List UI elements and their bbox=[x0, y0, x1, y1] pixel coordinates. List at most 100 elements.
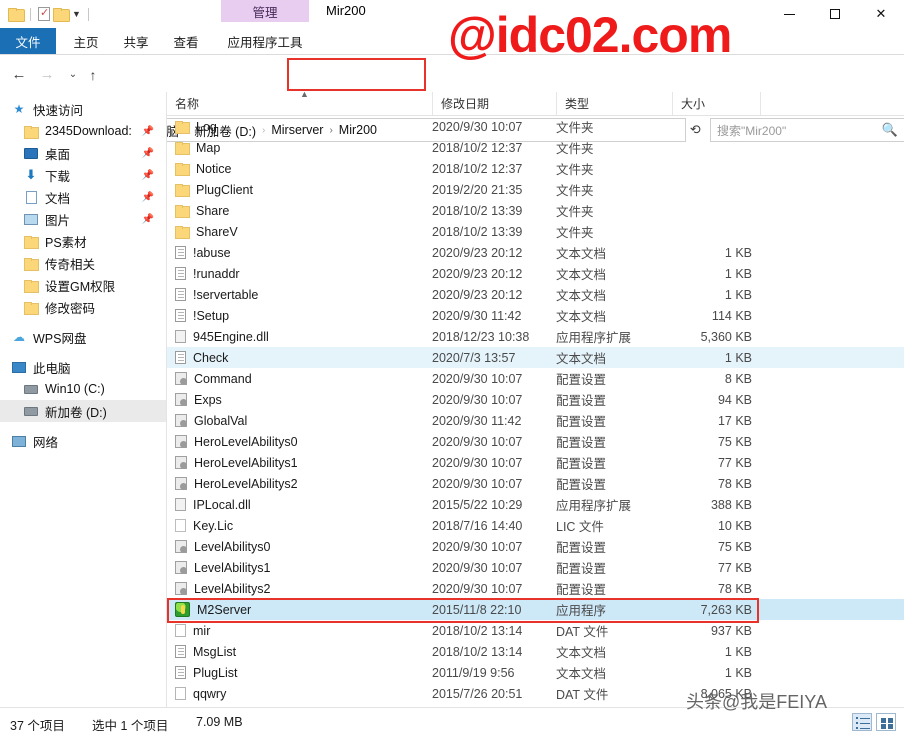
file-date-cell: 2020/9/23 20:12 bbox=[432, 287, 523, 302]
qat-divider bbox=[30, 7, 31, 21]
table-row[interactable]: 945Engine.dll 2018/12/23 10:38 应用程序扩展 5,… bbox=[167, 326, 904, 347]
sidebar-item-ps-material[interactable]: PS素材 bbox=[0, 230, 166, 252]
table-row[interactable]: GlobalVal 2020/9/30 11:42 配置设置 17 KB bbox=[167, 410, 904, 431]
properties-icon[interactable] bbox=[38, 6, 50, 21]
table-row[interactable]: Command 2020/9/30 10:07 配置设置 8 KB bbox=[167, 368, 904, 389]
table-row[interactable]: MsgList 2018/10/2 13:14 文本文档 1 KB bbox=[167, 641, 904, 662]
quick-access-toolbar: ▼ bbox=[8, 4, 93, 24]
navigation-pane[interactable]: ★ 快速访问 2345Download: 📌 桌面 📌 ⬇ 下载 📌 文档 📌 … bbox=[0, 92, 166, 707]
table-row[interactable]: LevelAbilitys1 2020/9/30 10:07 配置设置 77 K… bbox=[167, 557, 904, 578]
column-header-size[interactable]: 大小 bbox=[672, 92, 760, 115]
sidebar-item-this-pc[interactable]: 此电脑 bbox=[0, 356, 166, 378]
file-size-cell: 77 KB bbox=[717, 560, 752, 575]
sidebar-item-documents[interactable]: 文档 📌 bbox=[0, 186, 166, 208]
table-row[interactable]: Exps 2020/9/30 10:07 配置设置 94 KB bbox=[167, 389, 904, 410]
pin-icon[interactable]: 📌 bbox=[142, 148, 154, 159]
sidebar-item-win10-c[interactable]: Win10 (C:) bbox=[0, 378, 166, 400]
file-type-cell: 文本文档 bbox=[556, 352, 607, 366]
table-row[interactable]: PlugClient 2019/2/20 21:35 文件夹 bbox=[167, 179, 904, 200]
table-row[interactable]: !runaddr 2020/9/23 20:12 文本文档 1 KB bbox=[167, 263, 904, 284]
column-header-date[interactable]: 修改日期 bbox=[432, 92, 556, 115]
file-date-cell: 2018/10/2 12:37 bbox=[432, 140, 523, 155]
table-row[interactable]: HeroLevelAbilitys2 2020/9/30 10:07 配置设置 … bbox=[167, 473, 904, 494]
text-file-icon bbox=[175, 666, 186, 679]
sidebar-item-volume-d[interactable]: 新加卷 (D:) bbox=[0, 400, 166, 422]
file-size-cell: 17 KB bbox=[717, 413, 752, 428]
table-row[interactable]: Check 2020/7/3 13:57 文本文档 1 KB bbox=[167, 347, 904, 368]
file-date-cell: 2011/9/19 9:56 bbox=[432, 665, 515, 680]
minimize-button[interactable] bbox=[766, 0, 812, 28]
column-header-spacer[interactable] bbox=[760, 92, 904, 115]
folder-icon bbox=[22, 235, 40, 249]
table-row[interactable]: Log 2020/9/30 10:07 文件夹 bbox=[167, 116, 904, 137]
table-row[interactable]: mir 2018/10/2 13:14 DAT 文件 937 KB bbox=[167, 620, 904, 641]
tab-file[interactable]: 文件 bbox=[0, 28, 56, 54]
pin-icon[interactable]: 📌 bbox=[142, 126, 154, 137]
table-row[interactable]: Notice 2018/10/2 12:37 文件夹 bbox=[167, 158, 904, 179]
table-row[interactable]: !abuse 2020/9/23 20:12 文本文档 1 KB bbox=[167, 242, 904, 263]
close-button[interactable]: ✕ bbox=[858, 0, 904, 28]
sidebar-item-downloads[interactable]: ⬇ 下载 📌 bbox=[0, 164, 166, 186]
pin-icon[interactable]: 📌 bbox=[142, 192, 154, 203]
new-folder-icon[interactable] bbox=[53, 8, 70, 22]
chevron-down-icon[interactable]: ▼ bbox=[71, 9, 81, 19]
folder-icon[interactable] bbox=[8, 8, 25, 22]
file-name-cell: GlobalVal bbox=[175, 414, 247, 428]
table-row[interactable]: !Setup 2020/9/30 11:42 文本文档 114 KB bbox=[167, 305, 904, 326]
sidebar-item-pictures[interactable]: 图片 📌 bbox=[0, 208, 166, 230]
maximize-button[interactable] bbox=[812, 0, 858, 28]
sidebar-item-label: 新加卷 (D:) bbox=[45, 405, 107, 420]
forward-button[interactable]: → bbox=[36, 64, 58, 85]
config-file-icon bbox=[175, 582, 187, 595]
pin-icon[interactable]: 📌 bbox=[142, 170, 154, 181]
sidebar-item-desktop[interactable]: 桌面 📌 bbox=[0, 142, 166, 164]
file-name-cell: HeroLevelAbilitys0 bbox=[175, 435, 298, 449]
sidebar-item-network[interactable]: 网络 bbox=[0, 430, 166, 452]
pin-icon[interactable]: 📌 bbox=[142, 214, 154, 225]
tab-view[interactable]: 查看 bbox=[162, 28, 210, 54]
table-row-selected[interactable]: M2Server 2015/11/8 22:10 应用程序 7,263 KB bbox=[167, 599, 904, 620]
table-row[interactable]: ShareV 2018/10/2 13:39 文件夹 bbox=[167, 221, 904, 242]
table-row[interactable]: PlugList 2011/9/19 9:56 文本文档 1 KB bbox=[167, 662, 904, 683]
file-size-cell: 1 KB bbox=[724, 245, 752, 260]
table-row[interactable]: Map 2018/10/2 12:37 文件夹 bbox=[167, 137, 904, 158]
table-row[interactable]: IPLocal.dll 2015/5/22 10:29 应用程序扩展 388 K… bbox=[167, 494, 904, 515]
documents-icon bbox=[22, 190, 40, 204]
up-button[interactable]: ↑ bbox=[82, 64, 104, 85]
sidebar-item-change-password[interactable]: 修改密码 bbox=[0, 296, 166, 318]
details-view-button[interactable] bbox=[852, 713, 872, 731]
sidebar-item-gm-permissions[interactable]: 设置GM权限 bbox=[0, 274, 166, 296]
folder-icon bbox=[22, 257, 40, 271]
file-date-cell: 2015/11/8 22:10 bbox=[432, 602, 522, 617]
column-header-type[interactable]: 类型 bbox=[556, 92, 672, 115]
table-row[interactable]: HeroLevelAbilitys0 2020/9/30 10:07 配置设置 … bbox=[167, 431, 904, 452]
table-row[interactable]: HeroLevelAbilitys1 2020/9/30 10:07 配置设置 … bbox=[167, 452, 904, 473]
sidebar-item-quick-access[interactable]: ★ 快速访问 bbox=[0, 98, 166, 120]
file-size-cell: 5,360 KB bbox=[700, 329, 752, 344]
tab-application-tools[interactable]: 应用程序工具 bbox=[216, 28, 314, 54]
back-button[interactable]: ← bbox=[8, 64, 30, 85]
sidebar-item-legend-related[interactable]: 传奇相关 bbox=[0, 252, 166, 274]
large-icons-view-button[interactable] bbox=[876, 713, 896, 731]
file-list[interactable]: Log 2020/9/30 10:07 文件夹 Map 2018/10/2 12… bbox=[167, 116, 904, 707]
file-date-cell: 2020/9/30 10:07 bbox=[432, 119, 523, 134]
network-icon bbox=[10, 435, 28, 447]
dll-file-icon bbox=[175, 498, 186, 511]
tab-share[interactable]: 共享 bbox=[112, 28, 160, 54]
file-name-cell: qqwry bbox=[175, 687, 226, 701]
file-name-cell: IPLocal.dll bbox=[175, 498, 251, 512]
table-row[interactable]: LevelAbilitys2 2020/9/30 10:07 配置设置 78 K… bbox=[167, 578, 904, 599]
tab-home[interactable]: 主页 bbox=[62, 28, 110, 54]
table-row[interactable]: Key.Lic 2018/7/16 14:40 LIC 文件 10 KB bbox=[167, 515, 904, 536]
status-selection-count: 选中 1 个项目 bbox=[92, 719, 169, 733]
folder-icon bbox=[175, 184, 190, 197]
sidebar-item-2345download[interactable]: 2345Download: 📌 bbox=[0, 120, 166, 142]
file-list-header: 名称 修改日期 类型 大小 bbox=[167, 92, 904, 116]
file-type-cell: LIC 文件 bbox=[556, 520, 604, 534]
table-row[interactable]: LevelAbilitys0 2020/9/30 10:07 配置设置 75 K… bbox=[167, 536, 904, 557]
file-name-cell: LevelAbilitys2 bbox=[175, 582, 270, 596]
table-row[interactable]: !servertable 2020/9/23 20:12 文本文档 1 KB bbox=[167, 284, 904, 305]
sidebar-item-wps-cloud[interactable]: ☁ WPS网盘 bbox=[0, 326, 166, 348]
recent-locations-button[interactable]: ⌄ bbox=[62, 64, 84, 85]
table-row[interactable]: Share 2018/10/2 13:39 文件夹 bbox=[167, 200, 904, 221]
